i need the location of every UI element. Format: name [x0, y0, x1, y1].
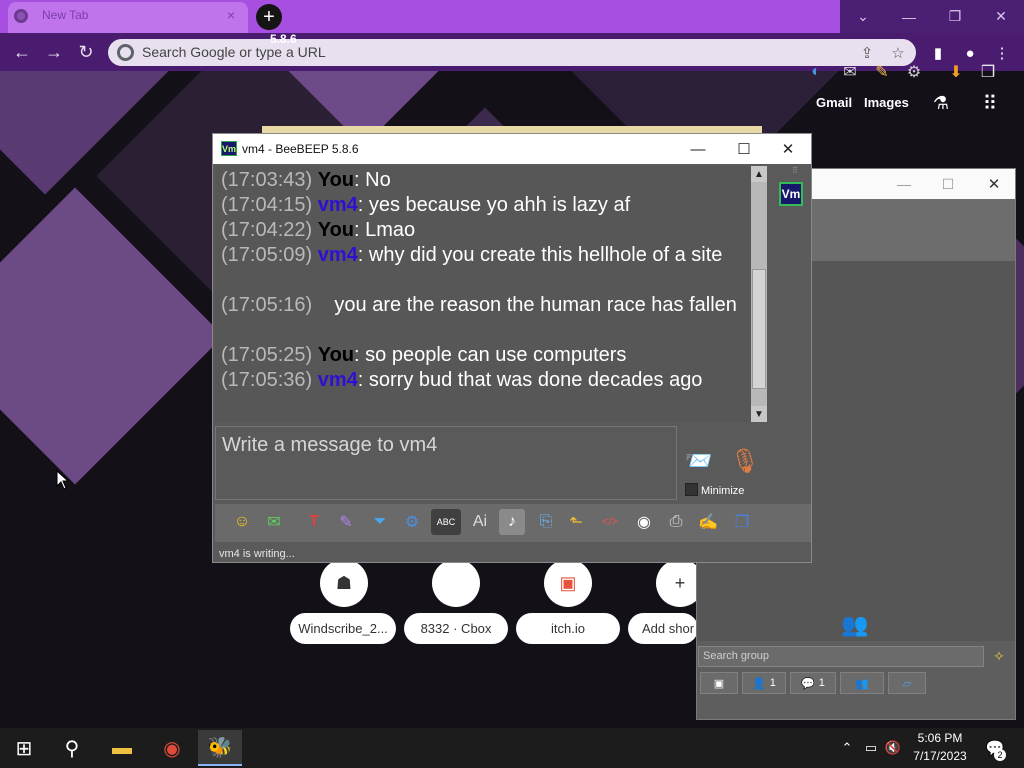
main-minimize-icon[interactable]: —: [891, 171, 917, 197]
window-icon[interactable]: ❐: [729, 509, 755, 535]
chat-message: (17:05:25) You: so people can use comput…: [221, 344, 627, 366]
chat-message: (17:04:15) vm4: yes because yo ahh is la…: [221, 194, 631, 216]
status-online-icon[interactable]: ▣: [700, 672, 738, 694]
beebeep-taskbar-icon[interactable]: 🐝: [198, 730, 242, 766]
group-icon[interactable]: 👥: [840, 672, 884, 694]
folder-icon[interactable]: ❒: [976, 60, 1000, 84]
shortcut-icon-itch[interactable]: ▣: [544, 559, 592, 607]
notes-icon[interactable]: ✍: [695, 509, 721, 535]
main-maximize-icon[interactable]: ☐: [935, 171, 961, 197]
forward-icon[interactable]: →: [42, 40, 66, 64]
restore-window-button[interactable]: ❐: [932, 0, 978, 33]
screenshot-icon[interactable]: ◉: [631, 509, 657, 535]
scrollbar-thumb[interactable]: [752, 269, 766, 389]
shortcut-icon-cbox[interactable]: [432, 559, 480, 607]
status-users-count[interactable]: 👤 1: [742, 672, 786, 694]
shortcut-icon-windscribe[interactable]: ☗: [320, 559, 368, 607]
users-group-icon: 👥: [841, 612, 869, 637]
message-input-placeholder: Write a message to vm4: [222, 434, 438, 456]
minimize-checkbox[interactable]: [685, 483, 698, 496]
network-icon[interactable]: ▱: [888, 672, 926, 694]
address-placeholder: Search Google or type a URL: [142, 44, 326, 60]
scroll-down-icon[interactable]: ▼: [751, 406, 767, 422]
chat-message: (17:05:09) vm4: why did you create this …: [221, 244, 723, 266]
file-explorer-icon[interactable]: ▬: [100, 730, 144, 766]
minimize-label: Minimize: [701, 485, 745, 497]
beebeep-logo-icon: Vm: [221, 141, 237, 156]
send-message-icon[interactable]: 📨: [681, 446, 717, 476]
typing-status: vm4 is writing...: [219, 548, 295, 560]
apps-grid-icon[interactable]: ⠿: [979, 92, 1001, 115]
tray-chevron-icon[interactable]: ⌃: [838, 738, 856, 758]
filter-icon[interactable]: ⏷: [367, 509, 393, 535]
clear-search-icon[interactable]: ✧: [988, 646, 1010, 667]
chat-window-title: vm4 - BeeBEEP 5.8.6: [242, 142, 359, 156]
settings-icon[interactable]: ⚙: [902, 60, 926, 84]
send-file-icon[interactable]: ✉: [261, 509, 287, 535]
back-icon[interactable]: ←: [10, 40, 34, 64]
note-icon[interactable]: ♪: [499, 509, 525, 535]
microphone-icon[interactable]: 🎙: [730, 444, 760, 478]
volume-muted-icon[interactable]: 🔇: [884, 738, 902, 758]
beebeep-chat-window: Vm vm4 - BeeBEEP 5.8.6 — ☐ ✕ (17:03:43) …: [212, 133, 812, 563]
chat-minimize-button[interactable]: —: [675, 134, 721, 164]
chats-count: 1: [818, 677, 825, 689]
chrome-favicon-icon: [14, 9, 28, 23]
chat-message: (17:03:43) You: No: [221, 169, 391, 191]
start-windows-icon[interactable]: ⊞: [2, 730, 46, 766]
scroll-up-icon[interactable]: ▲: [751, 166, 767, 182]
add-shortcut-label[interactable]: Add shor: [628, 613, 698, 644]
users-icon: 👤: [752, 677, 766, 690]
tab-title: New Tab: [42, 8, 89, 22]
compose-icon[interactable]: ✎: [870, 60, 894, 84]
download-icon[interactable]: ⬇: [944, 60, 968, 84]
labs-flask-icon[interactable]: ⚗: [930, 92, 952, 114]
save-chat-icon[interactable]: ⎘: [533, 509, 559, 535]
version-label: 5.8.6: [270, 32, 297, 46]
font-icon[interactable]: T: [301, 509, 327, 535]
chat-message: (17:04:22) You: Lmao: [221, 219, 416, 241]
spellcheck-icon[interactable]: ABC: [431, 509, 461, 535]
globe-icon[interactable]: ◐: [804, 60, 828, 84]
tab-search-icon[interactable]: ⌄: [840, 0, 886, 33]
clock-date[interactable]: 7/17/2023: [908, 749, 972, 763]
search-group-placeholder: Search group: [703, 650, 770, 662]
tab-close-icon[interactable]: ×: [222, 5, 240, 25]
user-avatar-badge[interactable]: Vm: [779, 182, 803, 206]
status-chats-count[interactable]: 💬 1: [790, 672, 836, 694]
html-code-icon[interactable]: </>: [597, 509, 623, 535]
images-link[interactable]: Images: [864, 95, 909, 110]
dock-grip-icon[interactable]: ⠿: [788, 166, 802, 175]
minimize-window-button[interactable]: —: [886, 0, 932, 33]
gmail-link[interactable]: Gmail: [816, 95, 852, 110]
folder-share-icon[interactable]: ⬑: [563, 509, 589, 535]
chat-bubble-icon: 💬: [801, 677, 815, 690]
shortcut-label-windscribe[interactable]: Windscribe_2...: [290, 613, 396, 644]
color-picker-icon[interactable]: ✎: [333, 509, 359, 535]
google-icon: G: [117, 44, 134, 61]
mail-icon[interactable]: ✉: [838, 60, 862, 84]
mouse-cursor-icon: [56, 470, 70, 490]
main-close-icon[interactable]: ✕: [981, 171, 1007, 197]
print-icon[interactable]: ⎙: [663, 509, 689, 535]
screen: New Tab × + ⌄ — ❐ ✕ ← → ↻ G Search Googl…: [0, 0, 1024, 768]
network-tray-icon[interactable]: ▭: [862, 738, 880, 758]
users-count: 1: [769, 677, 776, 689]
gear-icon[interactable]: ⚙: [399, 509, 425, 535]
new-tab-button[interactable]: +: [256, 4, 282, 30]
notification-count: 2: [994, 749, 1006, 761]
clock-time[interactable]: 5:06 PM: [908, 731, 972, 745]
shortcut-label-cbox[interactable]: 8332 · Cbox: [404, 613, 508, 644]
chat-message: (17:05:36) vm4: sorry bud that was done …: [221, 369, 703, 391]
chat-message: (17:05:16) you are the reason the human …: [221, 294, 737, 316]
chat-close-button[interactable]: ✕: [765, 134, 811, 164]
search-icon[interactable]: ⚲: [50, 730, 94, 766]
emoji-smile-icon[interactable]: ☺: [229, 509, 255, 535]
text-style-icon[interactable]: Ai: [467, 509, 493, 535]
chrome-icon[interactable]: ◉: [150, 730, 194, 766]
reload-icon[interactable]: ↻: [74, 40, 98, 64]
chat-maximize-button[interactable]: ☐: [721, 134, 767, 164]
close-window-button[interactable]: ✕: [978, 0, 1024, 33]
shortcut-label-itch[interactable]: itch.io: [516, 613, 620, 644]
